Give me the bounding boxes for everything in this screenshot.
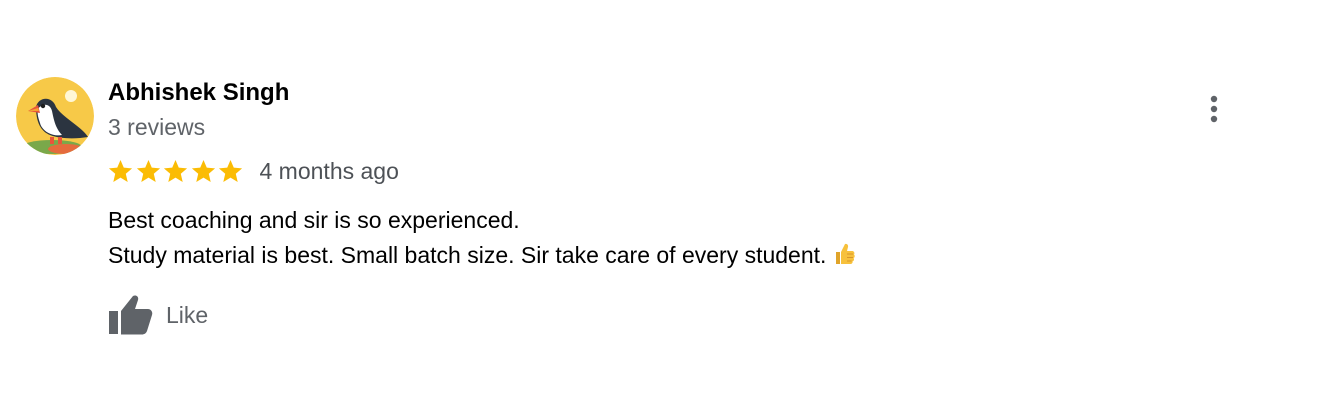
reviewer-avatar[interactable] bbox=[16, 77, 94, 155]
review-text-line-1: Best coaching and sir is so experienced. bbox=[108, 207, 520, 233]
thumb-up-icon bbox=[109, 295, 153, 335]
star-rating bbox=[107, 158, 245, 185]
review-card: Abhishek Singh 3 reviews 4 months ago Be… bbox=[0, 0, 1330, 420]
star-icon bbox=[163, 159, 188, 182]
star-icon bbox=[218, 159, 243, 182]
more-vert-icon bbox=[1210, 95, 1218, 123]
review-date: 4 months ago bbox=[259, 158, 399, 184]
review-text-line-2: Study material is best. Small batch size… bbox=[108, 238, 856, 273]
star-icon bbox=[191, 159, 215, 182]
star-icon bbox=[108, 159, 133, 182]
reviewer-name[interactable]: Abhishek Singh bbox=[108, 78, 289, 108]
rating-row: 4 months ago bbox=[107, 155, 399, 187]
like-button[interactable]: Like bbox=[107, 294, 208, 336]
thumbs-up-emoji-icon bbox=[830, 241, 856, 277]
star-icon bbox=[136, 159, 160, 182]
more-options-button[interactable] bbox=[1200, 92, 1228, 126]
puffin-avatar-icon bbox=[16, 77, 94, 155]
review-text: Best coaching and sir is so experienced.… bbox=[108, 203, 856, 273]
reviewer-review-count: 3 reviews bbox=[108, 114, 206, 140]
like-label: Like bbox=[166, 302, 209, 328]
